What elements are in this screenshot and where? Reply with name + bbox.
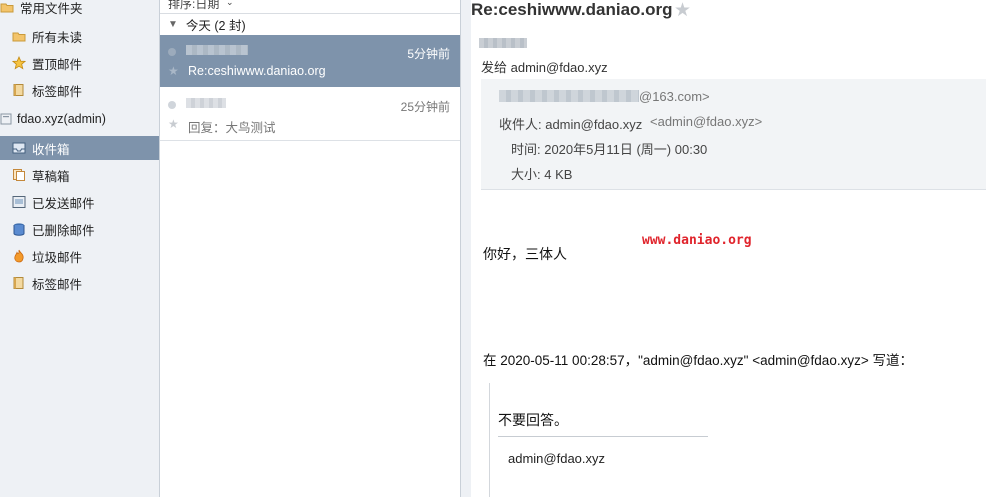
sidebar-item-label: 所有未读 [32, 30, 83, 45]
message-details: @163.com> 收件人: admin@fdao.xyz <admin@fda… [481, 79, 986, 190]
spam-fire-icon [12, 249, 26, 263]
quoted-text: 不要回答。 [498, 412, 568, 428]
inbox-icon [12, 141, 26, 155]
tag-folder-icon [12, 83, 26, 97]
star-icon[interactable]: ★ [168, 64, 179, 78]
message-time: 25分钟前 [400, 100, 450, 114]
watermark-text: www.daniao.org [642, 233, 752, 248]
sort-label: 排序:日期 [168, 0, 220, 11]
sidebar-item-spam[interactable]: 垃圾邮件 [0, 244, 159, 268]
date-group-header[interactable]: ▼ 今天 (2 封) [160, 13, 460, 36]
star-icon[interactable]: ★ [168, 117, 179, 131]
message-title: Re:ceshiwww.daniao.org [471, 0, 673, 19]
list-item[interactable]: 25分钟前 ★ 回复：大鸟测试 [160, 88, 460, 140]
sender-redacted [186, 98, 226, 108]
sent-icon [12, 195, 26, 209]
sidebar-item-label: 标签邮件 [32, 277, 83, 292]
unread-dot-icon [168, 48, 176, 56]
message-subject: Re:ceshiwww.daniao.org [188, 64, 326, 78]
sort-control[interactable]: 排序:日期 ⌄ [160, 0, 460, 12]
group-label: 今天 (2 封) [185, 19, 246, 33]
sender-name-redacted [479, 38, 527, 48]
list-divider [160, 140, 460, 141]
sidebar-item-label: 已发送邮件 [32, 196, 95, 211]
favorites-header-label: 常用文件夹 [20, 1, 83, 16]
favorites-header[interactable]: 常用文件夹 [0, 0, 159, 19]
account-header[interactable]: fdao.xyz(admin) [0, 107, 159, 131]
message-subject: 回复：大鸟测试 [188, 121, 276, 135]
time-label: 时间: 2020年5月11日 (周一) 00:30 [511, 142, 708, 157]
draft-icon [12, 168, 26, 182]
sidebar-item-sent[interactable]: 已发送邮件 [0, 190, 159, 214]
message-list: 排序:日期 ⌄ ▼ 今天 (2 封) 5分钟前 ★ Re:ceshiwww.da… [160, 0, 461, 497]
account-label: fdao.xyz(admin) [17, 112, 106, 126]
list-item[interactable]: 5分钟前 ★ Re:ceshiwww.daniao.org [160, 35, 460, 87]
body-greeting: 你好，三体人 [483, 246, 567, 262]
to-line: 发给 admin@fdao.xyz [481, 60, 608, 75]
size-label: 大小: 4 KB [511, 167, 573, 182]
star-icon [12, 56, 26, 70]
recipient-address: <admin@fdao.xyz> [650, 114, 763, 129]
sidebar-item-label: 已删除邮件 [32, 223, 95, 238]
trash-icon [12, 222, 26, 236]
tag-folder-icon [12, 276, 26, 290]
sender-redacted [186, 45, 248, 55]
folder-icon [0, 0, 14, 14]
sidebar-item-pinned[interactable]: 置顶邮件 [0, 51, 159, 75]
pane-gutter [461, 0, 471, 497]
recipient-label: 收件人: admin@fdao.xyz [499, 117, 643, 132]
account-icon [0, 112, 14, 126]
quoted-message: 不要回答。 admin@fdao.xyz [489, 383, 720, 497]
sidebar-item-label: 标签邮件 [32, 84, 83, 99]
unread-dot-icon [168, 101, 176, 109]
sidebar-item-tagged-2[interactable]: 标签邮件 [0, 271, 159, 295]
sidebar-item-label: 置顶邮件 [32, 57, 83, 72]
sidebar-item-label: 垃圾邮件 [32, 250, 83, 265]
star-icon[interactable]: ★ [674, 0, 691, 22]
quoted-signature: admin@fdao.xyz [508, 451, 606, 466]
folder-icon [12, 29, 26, 43]
sender-address-redacted [499, 90, 639, 102]
quote-intro: 在 2020-05-11 00:28:57，"admin@fdao.xyz" <… [483, 353, 913, 368]
sidebar-item-inbox[interactable]: 收件箱 [0, 136, 159, 160]
sidebar-item-label: 草稿箱 [32, 169, 70, 184]
sidebar-item-label: 收件箱 [32, 142, 70, 157]
sidebar-item-unread[interactable]: 所有未读 [0, 24, 159, 48]
message-time: 5分钟前 [407, 47, 450, 61]
sender-address: @163.com> [639, 89, 710, 104]
chevron-down-icon: ⌄ [226, 0, 234, 7]
sidebar-item-tagged[interactable]: 标签邮件 [0, 78, 159, 102]
sidebar-item-deleted[interactable]: 已删除邮件 [0, 217, 159, 241]
reading-pane: Re:ceshiwww.daniao.org ★ 发给 admin@fdao.x… [461, 0, 986, 497]
quote-divider [498, 436, 708, 437]
collapse-triangle-icon: ▼ [168, 19, 178, 30]
sidebar-item-drafts[interactable]: 草稿箱 [0, 163, 159, 187]
folder-sidebar: 常用文件夹 所有未读 置顶邮件 标签邮件 fdao.xyz(admin) 收件箱 [0, 0, 160, 497]
